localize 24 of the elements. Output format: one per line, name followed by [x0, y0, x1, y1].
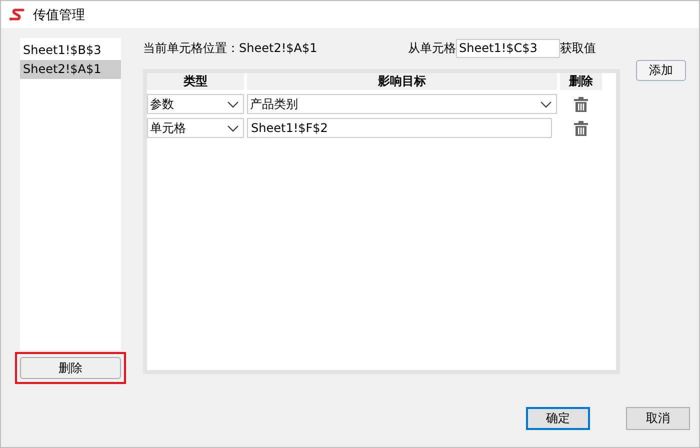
chevron-down-icon	[227, 100, 239, 108]
type-dropdown[interactable]: 参数	[147, 94, 244, 114]
list-item[interactable]: Sheet2!$A$1	[20, 60, 121, 79]
ok-button[interactable]: 确定	[526, 407, 590, 430]
chevron-down-icon	[540, 100, 552, 108]
type-dropdown[interactable]: 单元格	[147, 118, 244, 138]
target-dropdown[interactable]: 产品类别	[247, 94, 557, 114]
list-item[interactable]: Sheet1!$B$3	[20, 41, 121, 60]
delete-button[interactable]: 删除	[20, 357, 121, 379]
source-label: 获取值	[560, 40, 596, 56]
column-header: 删除	[560, 73, 602, 90]
cancel-button[interactable]: 取消	[626, 407, 690, 430]
current-cell-label: 当前单元格位置：Sheet2!$A$1	[143, 40, 318, 56]
column-header: 影响目标	[247, 73, 557, 90]
delete-icon[interactable]	[574, 120, 588, 136]
add-button[interactable]: 添加	[636, 60, 686, 81]
logo-icon	[9, 8, 25, 22]
target-field[interactable]: Sheet1!$F$2	[247, 118, 552, 138]
source-label: 从单元格	[408, 40, 456, 56]
column-header: 类型	[147, 73, 244, 90]
window-title: 传值管理	[33, 6, 85, 24]
chevron-down-icon	[227, 124, 239, 132]
delete-icon[interactable]	[574, 96, 588, 112]
source-cell-field[interactable]: Sheet1!$C$3	[456, 38, 560, 58]
